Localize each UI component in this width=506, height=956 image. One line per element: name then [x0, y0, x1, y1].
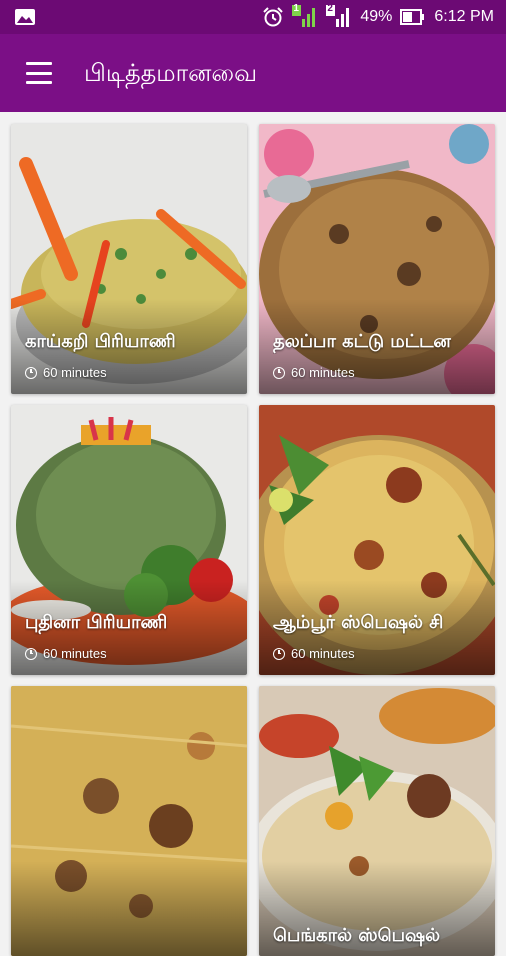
- recipe-time: 60 minutes: [273, 365, 355, 380]
- image-icon: [14, 7, 36, 27]
- recipe-time: 60 minutes: [25, 365, 107, 380]
- recipe-card[interactable]: காய்கறி பிரியாணி 60 minutes: [11, 124, 247, 394]
- sim1-label: 1: [293, 3, 299, 14]
- recipe-card[interactable]: ஆம்பூர் ஸ்பெஷல் சி 60 minutes: [259, 405, 495, 675]
- sim2-label: 2: [327, 3, 333, 14]
- recipe-title: ஆம்பூர் ஸ்பெஷல் சி: [273, 612, 444, 633]
- hamburger-menu-icon[interactable]: [20, 58, 58, 88]
- recipe-time: 60 minutes: [273, 646, 355, 661]
- signal-sim1-icon: 1: [292, 3, 318, 29]
- title-overlay: [11, 861, 247, 956]
- signal-sim2-icon: 2: [326, 3, 352, 29]
- recipe-title: தலப்பா கட்டு மட்டன: [273, 331, 451, 352]
- recipe-card[interactable]: தலப்பா கட்டு மட்டன 60 minutes: [259, 124, 495, 394]
- recipe-time-label: 60 minutes: [43, 646, 107, 661]
- recipe-grid: காய்கறி பிரியாணி 60 minutes தலப்பா கட்டு…: [0, 112, 506, 956]
- battery-percent: 49%: [360, 8, 393, 25]
- recipe-time-label: 60 minutes: [43, 365, 107, 380]
- battery-icon: [400, 8, 426, 26]
- recipe-time-label: 60 minutes: [291, 365, 355, 380]
- app-bar: பிடித்தமானவை: [0, 34, 506, 112]
- clock-icon: [25, 366, 37, 379]
- clock-icon: [273, 647, 285, 660]
- recipe-title: புதினா பிரியாணி: [25, 612, 168, 633]
- recipe-card[interactable]: புதினா பிரியாணி 60 minutes: [11, 405, 247, 675]
- recipe-title: காய்கறி பிரியாணி: [25, 331, 176, 352]
- alarm-icon: [262, 6, 284, 28]
- page-title: பிடித்தமானவை: [84, 59, 258, 87]
- recipe-time: 60 minutes: [25, 646, 107, 661]
- clock-time: 6:12 PM: [434, 8, 494, 25]
- recipe-card[interactable]: பெங்கால் ஸ்பெஷல்: [259, 686, 495, 956]
- clock-icon: [25, 647, 37, 660]
- clock-icon: [273, 366, 285, 379]
- status-bar: 1 2 49% 6:12 PM: [0, 0, 506, 34]
- recipe-title: பெங்கால் ஸ்பெஷல்: [273, 925, 441, 946]
- recipe-card[interactable]: [11, 686, 247, 956]
- recipe-time-label: 60 minutes: [291, 646, 355, 661]
